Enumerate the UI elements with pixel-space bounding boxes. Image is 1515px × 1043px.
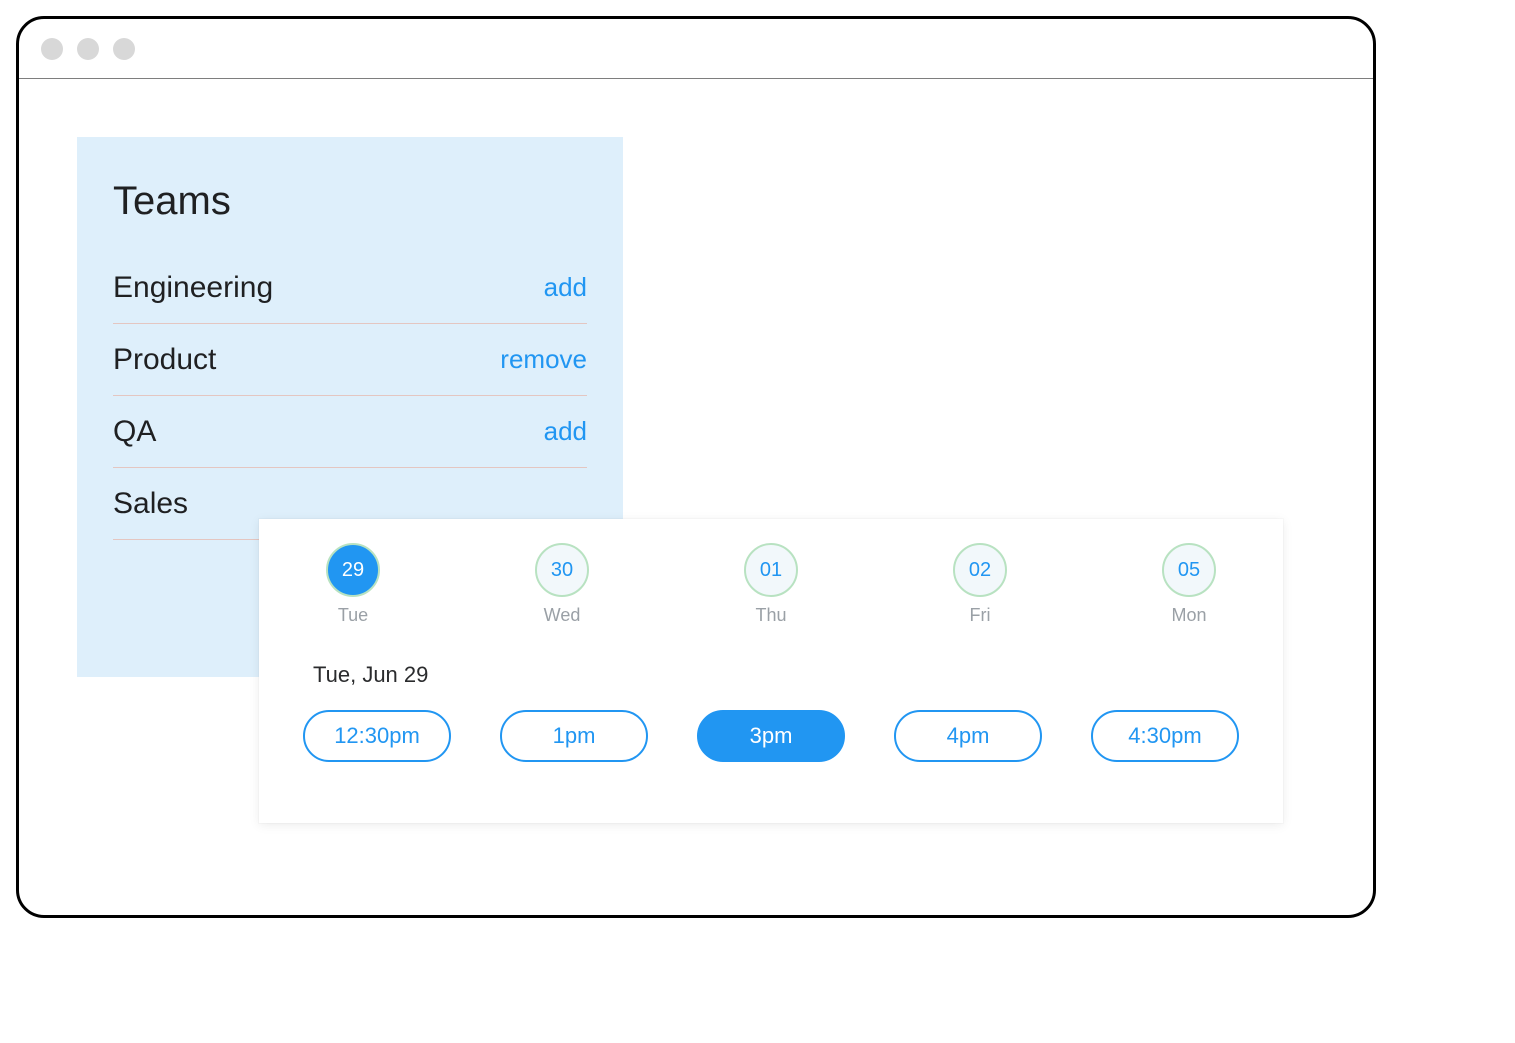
team-row-product: Product remove bbox=[113, 324, 587, 396]
day-of-week: Wed bbox=[544, 605, 581, 626]
time-option-3pm[interactable]: 3pm bbox=[697, 710, 845, 762]
window-control-maximize[interactable] bbox=[113, 38, 135, 60]
team-remove-button[interactable]: remove bbox=[500, 344, 587, 375]
window-titlebar bbox=[19, 19, 1373, 79]
day-option-05[interactable]: 05 Mon bbox=[1149, 543, 1229, 626]
team-name: Engineering bbox=[113, 271, 273, 305]
window-control-close[interactable] bbox=[41, 38, 63, 60]
team-row-engineering: Engineering add bbox=[113, 252, 587, 324]
team-name: Product bbox=[113, 343, 216, 377]
team-name: Sales bbox=[113, 487, 188, 521]
team-add-button[interactable]: add bbox=[544, 272, 587, 303]
day-number: 02 bbox=[953, 543, 1007, 597]
time-option-1pm[interactable]: 1pm bbox=[500, 710, 648, 762]
day-option-30[interactable]: 30 Wed bbox=[522, 543, 602, 626]
day-number: 30 bbox=[535, 543, 589, 597]
team-row-qa: QA add bbox=[113, 396, 587, 468]
day-number: 05 bbox=[1162, 543, 1216, 597]
datetime-picker: 29 Tue 30 Wed 01 Thu 02 Fri 05 Mon bbox=[259, 519, 1283, 823]
time-option-1230pm[interactable]: 12:30pm bbox=[303, 710, 451, 762]
time-selector-row: 12:30pm 1pm 3pm 4pm 4:30pm bbox=[303, 710, 1239, 762]
time-option-430pm[interactable]: 4:30pm bbox=[1091, 710, 1239, 762]
time-option-4pm[interactable]: 4pm bbox=[894, 710, 1042, 762]
day-of-week: Fri bbox=[970, 605, 991, 626]
day-option-01[interactable]: 01 Thu bbox=[731, 543, 811, 626]
team-add-button[interactable]: add bbox=[544, 416, 587, 447]
team-name: QA bbox=[113, 415, 156, 449]
day-option-29[interactable]: 29 Tue bbox=[313, 543, 393, 626]
day-of-week: Tue bbox=[338, 605, 368, 626]
viewport: Teams Engineering add Product remove QA … bbox=[19, 79, 1373, 915]
day-number: 29 bbox=[326, 543, 380, 597]
day-option-02[interactable]: 02 Fri bbox=[940, 543, 1020, 626]
window-control-minimize[interactable] bbox=[77, 38, 99, 60]
day-of-week: Thu bbox=[755, 605, 786, 626]
day-of-week: Mon bbox=[1171, 605, 1206, 626]
teams-heading: Teams bbox=[113, 179, 587, 224]
day-number: 01 bbox=[744, 543, 798, 597]
day-selector-row: 29 Tue 30 Wed 01 Thu 02 Fri 05 Mon bbox=[303, 543, 1239, 626]
selected-date-label: Tue, Jun 29 bbox=[303, 662, 1239, 688]
browser-window: Teams Engineering add Product remove QA … bbox=[16, 16, 1376, 918]
